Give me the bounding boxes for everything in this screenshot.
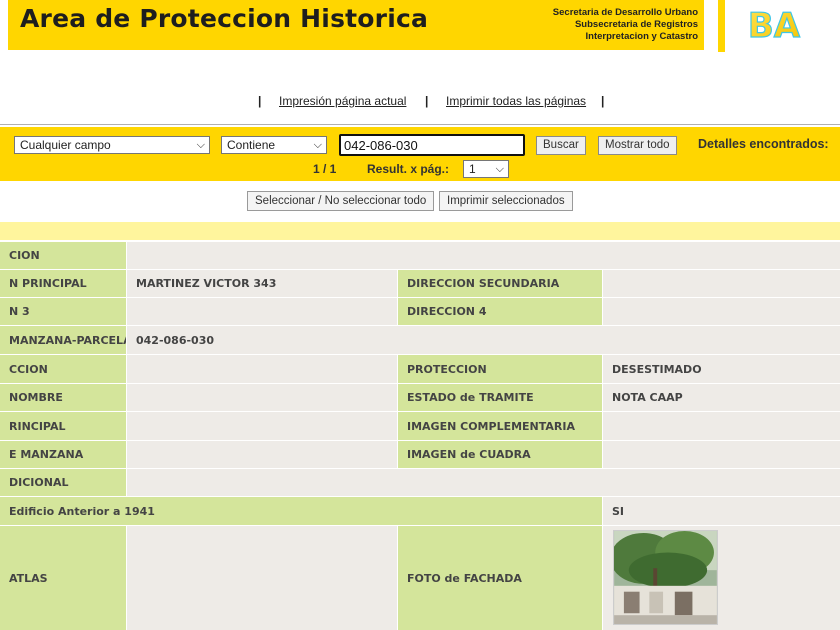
- detail-value: [603, 298, 840, 325]
- detail-value: [127, 298, 397, 325]
- secretaria-line-1: Secretaria de Desarrollo Urbano: [552, 7, 698, 18]
- detail-label: N 3: [0, 298, 126, 325]
- detail-value: [127, 242, 840, 269]
- detail-label: N PRINCIPAL: [0, 270, 126, 297]
- detail-label: IMAGEN COMPLEMENTARIA: [398, 412, 602, 440]
- show-all-button[interactable]: Mostrar todo: [598, 136, 677, 155]
- chevron-down-icon: ⌵: [495, 163, 504, 175]
- divider: [0, 124, 840, 125]
- field-select[interactable]: Cualquier campo ⌵: [14, 136, 210, 154]
- page-indicator: 1 / 1: [313, 162, 337, 176]
- detail-label: DIRECCION 4: [398, 298, 602, 325]
- operator-select[interactable]: Contiene ⌵: [221, 136, 327, 154]
- header: Area de Proteccion Historica Secretaria …: [0, 0, 840, 52]
- search-input[interactable]: [339, 134, 525, 156]
- detail-value: [127, 469, 840, 496]
- pre-1941-value: SI: [603, 497, 840, 525]
- print-selected-button[interactable]: Imprimir seleccionados: [439, 191, 573, 211]
- detail-value: [127, 412, 397, 440]
- operator-select-value: Contiene: [227, 138, 276, 152]
- link-separator: |: [258, 94, 262, 108]
- detail-label: ESTADO de TRAMITE: [398, 384, 602, 411]
- detail-label: FOTO de FACHADA: [398, 526, 602, 630]
- link-separator: |: [601, 94, 605, 108]
- title-band: Area de Proteccion Historica Secretaria …: [8, 0, 704, 50]
- details-found-label: Detalles encontrados:: [698, 137, 829, 151]
- detail-value: [127, 526, 397, 630]
- secretaria-text: Secretaria de Desarrollo Urbano Subsecre…: [553, 7, 698, 43]
- facade-photo-thumbnail[interactable]: [613, 530, 718, 625]
- results-per-page-label: Result. x pág.:: [367, 162, 450, 176]
- detail-value: [127, 384, 397, 411]
- detail-label: NOMBRE: [0, 384, 126, 411]
- detail-value: 042-086-030: [127, 326, 840, 354]
- ba-logo: BA: [738, 3, 810, 45]
- detail-label: ATLAS: [0, 526, 126, 630]
- header-separator: [718, 0, 725, 52]
- link-separator: |: [425, 94, 429, 108]
- logo-text: BA: [748, 6, 801, 45]
- detail-value: [603, 441, 840, 468]
- secretaria-line-2: Subsecretaria de Registros: [574, 19, 698, 30]
- protection-status-value: DESESTIMADO: [603, 355, 840, 383]
- detail-value: [127, 355, 397, 383]
- page-title: Area de Proteccion Historica: [20, 4, 429, 33]
- print-current-page-link[interactable]: Impresión página actual: [279, 94, 406, 108]
- field-select-value: Cualquier campo: [20, 138, 111, 152]
- detail-label: Edificio Anterior a 1941: [0, 497, 602, 525]
- print-all-pages-link[interactable]: Imprimir todas las páginas: [446, 94, 586, 108]
- detail-label: CION: [0, 242, 126, 269]
- secretaria-line-3: Interpretacion y Catastro: [585, 31, 698, 42]
- detail-label: IMAGEN de CUADRA: [398, 441, 602, 468]
- detail-label: DIRECCION SECUNDARIA: [398, 270, 602, 297]
- search-button[interactable]: Buscar: [536, 136, 586, 155]
- table-header-band: [0, 222, 840, 240]
- chevron-down-icon: ⌵: [313, 139, 322, 151]
- detail-label: DICIONAL: [0, 469, 126, 496]
- chevron-down-icon: ⌵: [196, 139, 205, 151]
- print-links: | Impresión página actual | Imprimir tod…: [0, 94, 840, 112]
- detail-value: MARTINEZ VICTOR 343: [127, 270, 397, 297]
- detail-value: [603, 270, 840, 297]
- select-all-toggle-button[interactable]: Seleccionar / No seleccionar todo: [247, 191, 435, 211]
- procedure-status-value: NOTA CAAP: [603, 384, 840, 411]
- detail-label: PROTECCION: [398, 355, 602, 383]
- detail-label: CCION: [0, 355, 126, 383]
- detail-label: RINCIPAL: [0, 412, 126, 440]
- results-per-page-value: 1: [469, 162, 476, 176]
- detail-value: [127, 441, 397, 468]
- detail-label: E MANZANA: [0, 441, 126, 468]
- detail-value: [603, 412, 840, 440]
- results-per-page-select[interactable]: 1 ⌵: [463, 160, 509, 178]
- detail-label: MANZANA-PARCELA: [0, 326, 126, 354]
